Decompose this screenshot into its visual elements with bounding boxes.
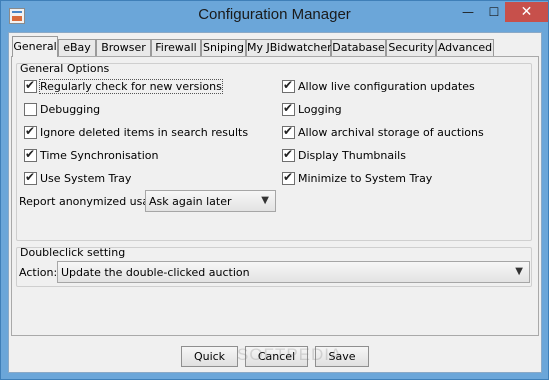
general-options-title: General Options <box>20 62 110 75</box>
tab-sniping[interactable]: Sniping <box>201 39 246 57</box>
checkbox-checked-icon[interactable] <box>24 78 37 93</box>
checkbox-allow-archival-storage[interactable]: Allow archival storage of auctions <box>282 124 484 140</box>
configuration-manager-window: Configuration Manager — ☐ ✕ General eBay… <box>0 0 549 380</box>
tab-database[interactable]: Database <box>331 39 386 57</box>
checkbox-regularly-check-versions[interactable]: Regularly check for new versions <box>24 78 223 94</box>
checkbox-allow-live-config-updates[interactable]: Allow live configuration updates <box>282 78 475 94</box>
checkbox-checked-icon[interactable] <box>24 170 37 185</box>
checkbox-logging[interactable]: Logging <box>282 101 342 117</box>
tab-my-jbidwatcher[interactable]: My JBidwatcher <box>246 39 332 57</box>
checkbox-checked-icon[interactable] <box>282 170 295 185</box>
anonymized-usage-value: Ask again later <box>149 194 232 208</box>
dialog-content: General eBay Browser Firewall Sniping My… <box>8 32 542 373</box>
tab-advanced[interactable]: Advanced <box>436 39 494 57</box>
tab-ebay[interactable]: eBay <box>58 39 96 57</box>
checkbox-label: Logging <box>298 102 342 116</box>
checkbox-checked-icon[interactable] <box>282 147 295 162</box>
doubleclick-action-value: Update the double-clicked auction <box>61 265 250 279</box>
checkbox-label: Use System Tray <box>40 171 132 185</box>
report-anonymized-usage-label: Report anonymized usage <box>19 195 163 208</box>
maximize-icon[interactable]: ☐ <box>481 2 507 22</box>
tab-general[interactable]: General <box>12 36 58 57</box>
chevron-down-icon[interactable]: ▼ <box>261 195 269 206</box>
quick-button[interactable]: Quick <box>181 346 238 367</box>
checkbox-unchecked-icon[interactable] <box>24 102 37 116</box>
checkbox-checked-icon[interactable] <box>282 78 295 93</box>
checkbox-checked-icon[interactable] <box>24 124 37 139</box>
anonymized-usage-select[interactable]: Ask again later ▼ <box>145 190 276 212</box>
checkbox-label: Display Thumbnails <box>298 148 406 162</box>
checkbox-label: Debugging <box>40 102 101 116</box>
checkbox-label: Allow archival storage of auctions <box>298 125 484 139</box>
close-icon[interactable]: ✕ <box>505 2 548 22</box>
tab-security[interactable]: Security <box>386 39 436 57</box>
checkbox-label: Minimize to System Tray <box>298 171 433 185</box>
checkbox-use-system-tray[interactable]: Use System Tray <box>24 170 131 186</box>
checkbox-checked-icon[interactable] <box>282 101 295 116</box>
tab-firewall[interactable]: Firewall <box>151 39 201 57</box>
checkbox-debugging[interactable]: Debugging <box>24 101 100 117</box>
checkbox-display-thumbnails[interactable]: Display Thumbnails <box>282 147 406 163</box>
checkbox-checked-icon[interactable] <box>282 124 295 139</box>
checkbox-label: Allow live configuration updates <box>298 79 475 93</box>
checkbox-label: Time Synchronisation <box>40 148 159 162</box>
general-tab-panel: General Options Regularly check for new … <box>11 56 539 336</box>
chevron-down-icon[interactable]: ▼ <box>515 266 523 277</box>
action-label: Action: <box>19 266 58 279</box>
doubleclick-action-select[interactable]: Update the double-clicked auction ▼ <box>57 261 530 283</box>
doubleclick-setting-group: Doubleclick setting Action: Update the d… <box>16 246 532 287</box>
checkbox-time-synchronisation[interactable]: Time Synchronisation <box>24 147 158 163</box>
checkbox-checked-icon[interactable] <box>24 147 37 162</box>
doubleclick-setting-title: Doubleclick setting <box>20 246 126 259</box>
cancel-button[interactable]: Cancel <box>245 346 308 367</box>
save-button[interactable]: Save <box>315 346 369 367</box>
checkbox-ignore-deleted-items[interactable]: Ignore deleted items in search results <box>24 124 248 140</box>
checkbox-minimize-to-system-tray[interactable]: Minimize to System Tray <box>282 170 432 186</box>
minimize-icon[interactable]: — <box>455 2 481 22</box>
title-bar[interactable]: Configuration Manager — ☐ ✕ <box>1 1 548 32</box>
checkbox-label: Ignore deleted items in search results <box>40 125 249 139</box>
general-options-group: General Options Regularly check for new … <box>16 62 532 241</box>
tab-browser[interactable]: Browser <box>96 39 151 57</box>
checkbox-label: Regularly check for new versions <box>39 78 223 94</box>
